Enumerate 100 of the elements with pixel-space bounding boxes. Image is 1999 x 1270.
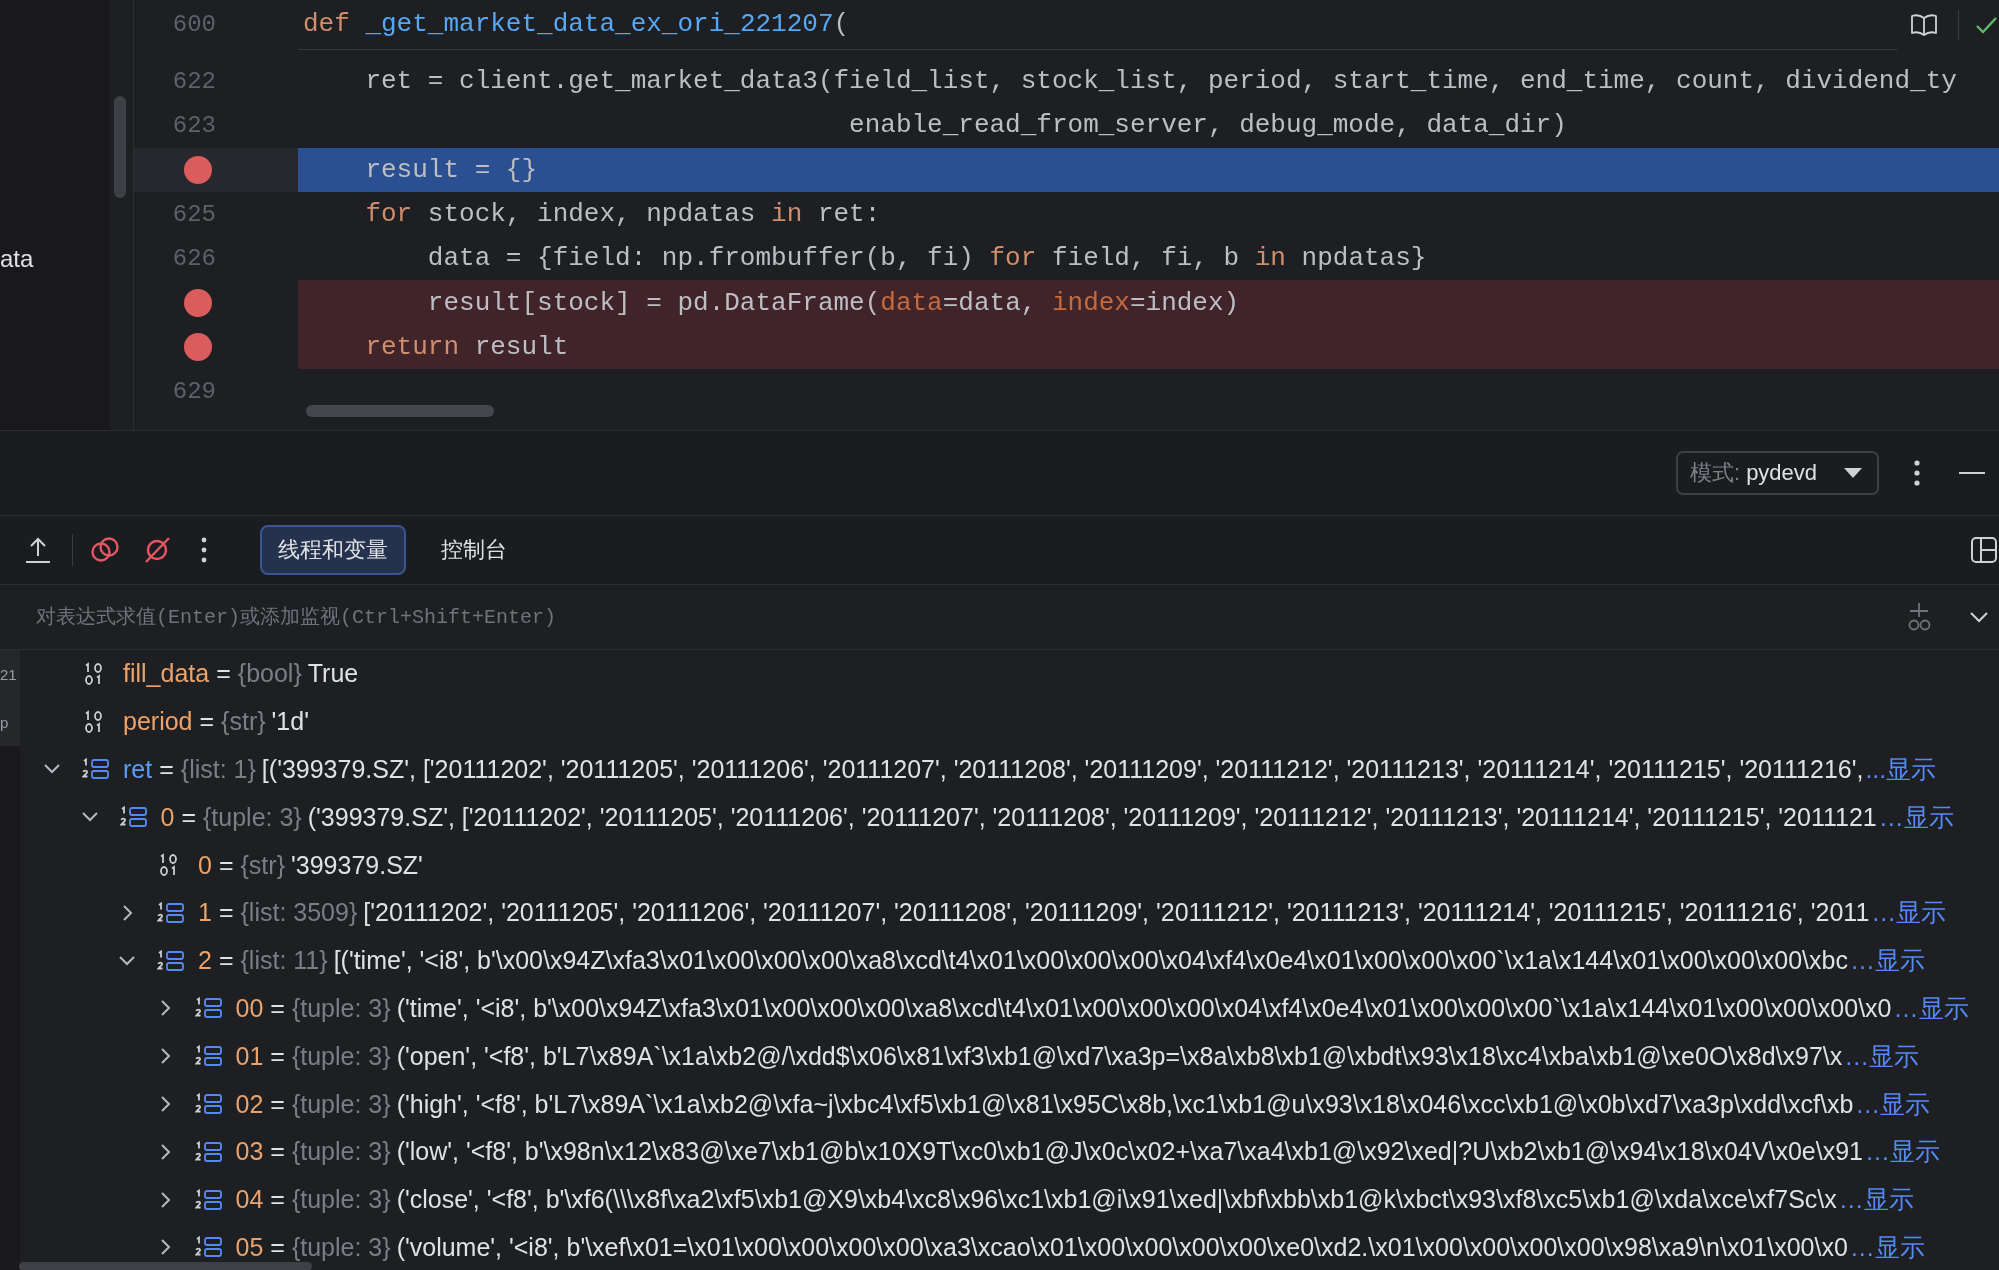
variable-name: 04 bbox=[235, 1185, 264, 1215]
chevron-down-icon[interactable] bbox=[1969, 611, 1989, 623]
variable-type: {tuple: 3} bbox=[291, 1089, 391, 1119]
tab[interactable]: 控制台 bbox=[423, 525, 525, 575]
show-more-link[interactable]: …显示 bbox=[1849, 944, 1925, 978]
mute-breakpoints-icon[interactable] bbox=[143, 536, 171, 564]
equals-sign: = bbox=[218, 946, 234, 976]
equals-sign: = bbox=[218, 898, 234, 928]
list-icon bbox=[194, 996, 223, 1021]
variable-name: 05 bbox=[235, 1232, 264, 1262]
equals-sign: = bbox=[218, 850, 234, 880]
list-icon bbox=[82, 757, 110, 782]
code-line: ret = client.get_market_data3(field_list, stock_list, period, start_time, end_time, count, dividend_ty bbox=[364, 65, 1958, 99]
variable-name: fill_data bbox=[123, 659, 210, 689]
list-icon bbox=[194, 1187, 223, 1212]
tab[interactable]: 线程和变量 bbox=[260, 525, 406, 575]
variable-value: [('time', '<i8', b'\x00\x94Z\xfa3\x01\x00\x00\x00\xa8\xcd\t4\x01\x00\x00\x00\x04\xf4\x0e4\x01\x00\x00\x00`\x1a\x144\x01\x00\x00\x00\xbc bbox=[333, 946, 1848, 976]
equals-sign: = bbox=[270, 1041, 285, 1071]
code-line: def _get_market_data_ex_ori_221207( bbox=[302, 8, 851, 41]
list-icon bbox=[194, 1044, 223, 1069]
variable-name: 1 bbox=[198, 898, 212, 928]
breakpoint-marker[interactable] bbox=[184, 155, 212, 184]
variable-value: True bbox=[307, 659, 359, 689]
line-number: 622 bbox=[171, 67, 216, 95]
variable-name: 02 bbox=[235, 1089, 264, 1119]
upload-icon[interactable] bbox=[25, 536, 51, 564]
caret-icon bbox=[1843, 467, 1863, 479]
variable-name: 01 bbox=[235, 1041, 264, 1071]
text-fragment: p bbox=[0, 698, 20, 746]
breakpoint-marker[interactable] bbox=[184, 332, 212, 361]
variable-name: 2 bbox=[198, 946, 212, 976]
code-line: for stock, index, npdatas in ret: bbox=[364, 198, 882, 232]
file-name-fragment: ata bbox=[0, 245, 34, 273]
show-more-link[interactable]: …显示 bbox=[1855, 1087, 1931, 1121]
equals-sign: = bbox=[159, 755, 174, 784]
equals-sign: = bbox=[270, 1137, 285, 1167]
code-line: enable_read_from_server, debug_mode, data_dir) bbox=[848, 109, 1568, 143]
show-more-link[interactable]: …显示 bbox=[1878, 800, 1954, 834]
variable-type: {list: 11} bbox=[240, 946, 328, 976]
book-icon[interactable] bbox=[1910, 12, 1938, 37]
list-icon bbox=[194, 1235, 223, 1260]
equals-sign: = bbox=[270, 1089, 285, 1119]
layout-icon[interactable] bbox=[1971, 537, 1997, 563]
line-number: 623 bbox=[171, 111, 216, 139]
variable-type: {tuple: 3} bbox=[291, 1041, 391, 1071]
variable-type: {bool} bbox=[237, 659, 302, 689]
show-more-link[interactable]: …显示 bbox=[1893, 991, 1969, 1025]
mode-dropdown[interactable]: 模式: pydevd bbox=[1676, 451, 1879, 495]
variable-name: 00 bbox=[235, 993, 264, 1023]
line-number: 629 bbox=[171, 377, 216, 405]
variable-value: ('close', '<f8', b'\xf6(\\\x8f\xa2\xf5\xb1@X9\xb4\xc8\x96\xc1\xb1@i\x91\xed|\xbf\xbb\xb1@k\xbct\x93\xf8\xc5\xb1@\xda\xce\xf7Sc\x bbox=[396, 1185, 1837, 1215]
list-icon bbox=[157, 948, 185, 973]
more-icon[interactable] bbox=[200, 537, 208, 563]
show-more-link[interactable]: …显示 bbox=[1849, 1230, 1925, 1264]
breakpoints-icon[interactable] bbox=[90, 537, 120, 563]
variable-value: ('399379.SZ', ['20111202', '20111205', '20111206', '20111207', '20111208', '20111209', '20111212', '20111213', '20111214', '20111215', '2011121 bbox=[307, 802, 1877, 832]
variable-type: {tuple: 3} bbox=[291, 1232, 391, 1262]
variable-type: {tuple: 3} bbox=[203, 802, 302, 832]
breakpoint-marker[interactable] bbox=[184, 288, 212, 317]
variable-type: {str} bbox=[240, 850, 285, 880]
equals-sign: = bbox=[216, 659, 231, 689]
equals-sign: = bbox=[270, 1185, 285, 1215]
show-more-link[interactable]: …显示 bbox=[1838, 1183, 1914, 1217]
variable-name: 0 bbox=[198, 850, 212, 880]
scrollbar-thumb[interactable] bbox=[19, 1262, 312, 1270]
variable-value: '399379.SZ' bbox=[291, 850, 423, 880]
variable-name: ret bbox=[123, 755, 153, 784]
variable-name: 0 bbox=[160, 802, 175, 832]
list-icon bbox=[194, 1139, 223, 1164]
line-number: 600 bbox=[171, 11, 216, 38]
show-more-link[interactable]: ...显示 bbox=[1865, 753, 1937, 786]
show-more-link[interactable]: …显示 bbox=[1865, 1135, 1941, 1169]
line-number: 626 bbox=[171, 244, 216, 272]
variable-type: {tuple: 3} bbox=[291, 993, 391, 1023]
variable-type: {tuple: 3} bbox=[291, 1185, 391, 1215]
variable-value: ('high', '<f8', b'L7\x89A`\x1a\xb2@\xfa~j\xbc4\xf5\xb1@\x81\x95C\x8b,\xc1\xb1@u\x93\x18\x046\xcc\xb1@\x0b\xd7\xa3p\xdd\xcf\xb bbox=[396, 1089, 1854, 1119]
equals-sign: = bbox=[270, 1232, 285, 1262]
equals-sign: = bbox=[181, 802, 196, 832]
variable-type: {list: 3509} bbox=[240, 898, 358, 928]
variable-type: {str} bbox=[221, 707, 266, 737]
variable-value: [('399379.SZ', ['20111202', '20111205', '20111206', '20111207', '20111208', '20111209', '20111212', '20111213', '20111214', '20111215', '20111216', bbox=[261, 755, 1864, 784]
variable-type: {tuple: 3} bbox=[291, 1137, 391, 1167]
variable-value: ('low', '<f8', b'\x98n\x12\x83@\xe7\xb1@b\x10X9T\xc0\xb1@J\x0c\x02+\xa7\xa4\xb1@\x92\xed|?U\xb2\xb1@\x94\x18\x04V\x0e\x91 bbox=[396, 1137, 1864, 1167]
code-line: data = {field: np.frombuffer(b, fi) for field, fi, b in npdatas} bbox=[426, 242, 1428, 276]
expression-field[interactable]: 对表达式求值(Enter)或添加监视(Ctrl+Shift+Enter) bbox=[0, 584, 1904, 650]
variable-value: ('open', '<f8', b'L7\x89A`\x1a\xb2@/\xdd$\x06\x81\xf3\xb1@\xd7\xa3p=\x8a\xb8\xb1@\xbdt\x93\x18\xc4\xba\xb1@\xe0O\x8d\x97\x bbox=[396, 1041, 1843, 1071]
more-icon[interactable] bbox=[1913, 459, 1921, 487]
minimize-icon[interactable] bbox=[1959, 471, 1985, 475]
variable-value: ['20111202', '20111205', '20111206', '20111207', '20111208', '20111209', '20111212', '20111213', '20111214', '20111215', '20111216', '2011 bbox=[363, 898, 1870, 928]
variable-value: ('time', '<i8', b'\x00\x94Z\xfa3\x01\x00\x00\x00\xa8\xcd\t4\x01\x00\x00\x00\x04\xf4\x0e4\x01\x00\x00\x00`\x1a\x144\x01\x00\x00\x00\x0 bbox=[396, 993, 1892, 1023]
variable-value: ('volume', '<i8', b'\xef\x01=\x01\x00\x00\x00\x00\xa3\xcao\x01\x00\x00\x00\x00\xe0\xd2.\x01\x00\x00\x00\x00\x98\xa9\n\x01\x00\x0 bbox=[396, 1232, 1848, 1262]
show-more-link[interactable]: …显示 bbox=[1844, 1039, 1920, 1073]
list-icon bbox=[194, 1092, 223, 1117]
equals-sign: = bbox=[199, 707, 215, 737]
variable-name: period bbox=[123, 707, 193, 737]
show-more-link[interactable]: …显示 bbox=[1871, 896, 1947, 930]
list-icon bbox=[157, 900, 185, 925]
variable-value: '1d' bbox=[271, 707, 309, 737]
scrollbar-thumb[interactable] bbox=[114, 96, 126, 198]
scrollbar-thumb[interactable] bbox=[306, 405, 494, 418]
